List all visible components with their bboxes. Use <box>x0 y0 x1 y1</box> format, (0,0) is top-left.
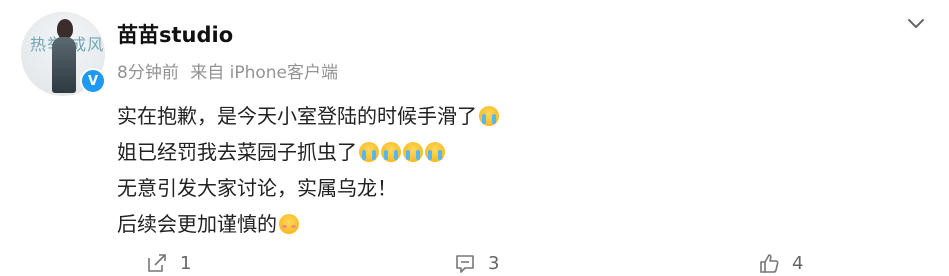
crying-emoji-icon <box>425 142 445 162</box>
comment-count: 3 <box>488 252 500 274</box>
like-icon <box>760 254 779 273</box>
avatar-figure-body <box>52 37 76 93</box>
action-bar: 1 3 4 <box>0 252 949 276</box>
crying-emoji-icon <box>359 142 379 162</box>
chevron-down-icon[interactable] <box>905 12 927 34</box>
like-button[interactable]: 4 <box>758 252 803 274</box>
verified-badge-letter: V <box>87 73 99 89</box>
username[interactable]: 苗苗studio <box>117 19 233 49</box>
post-line-2: 姐已经罚我去菜园子抓虫了 <box>117 134 499 170</box>
avatar-figure-head <box>57 19 73 39</box>
shy-emoji-icon <box>279 214 299 234</box>
verified-badge-icon: V <box>80 68 106 94</box>
share-count: 1 <box>180 252 192 274</box>
share-icon <box>148 254 166 272</box>
post-source: 来自 iPhone客户端 <box>190 63 339 83</box>
post-line-1-text: 实在抱歉，是今天小室登陆的时候手滑了 <box>117 104 477 128</box>
post-line-4-text: 后续会更加谨慎的 <box>117 212 277 236</box>
crying-emoji-icon <box>479 106 499 126</box>
post-line-1: 实在抱歉，是今天小室登陆的时候手滑了 <box>117 98 499 134</box>
post-meta: 8分钟前 来自 iPhone客户端 <box>117 58 344 83</box>
post-time[interactable]: 8分钟前 <box>117 63 179 83</box>
comment-button[interactable]: 3 <box>454 252 499 274</box>
post-line-3: 无意引发大家讨论，实属乌龙！ <box>117 170 499 206</box>
like-count: 4 <box>792 252 804 274</box>
crying-emoji-icon <box>381 142 401 162</box>
post-content: 实在抱歉，是今天小室登陆的时候手滑了 姐已经罚我去菜园子抓虫了 无意引发大家讨论… <box>117 98 499 242</box>
post-line-4: 后续会更加谨慎的 <box>117 206 499 242</box>
post-line-3-text: 无意引发大家讨论，实属乌龙！ <box>117 176 397 200</box>
crying-emoji-icon <box>403 142 423 162</box>
share-button[interactable]: 1 <box>146 252 191 274</box>
post-line-2-text: 姐已经罚我去菜园子抓虫了 <box>117 140 357 164</box>
comment-icon <box>456 255 474 273</box>
